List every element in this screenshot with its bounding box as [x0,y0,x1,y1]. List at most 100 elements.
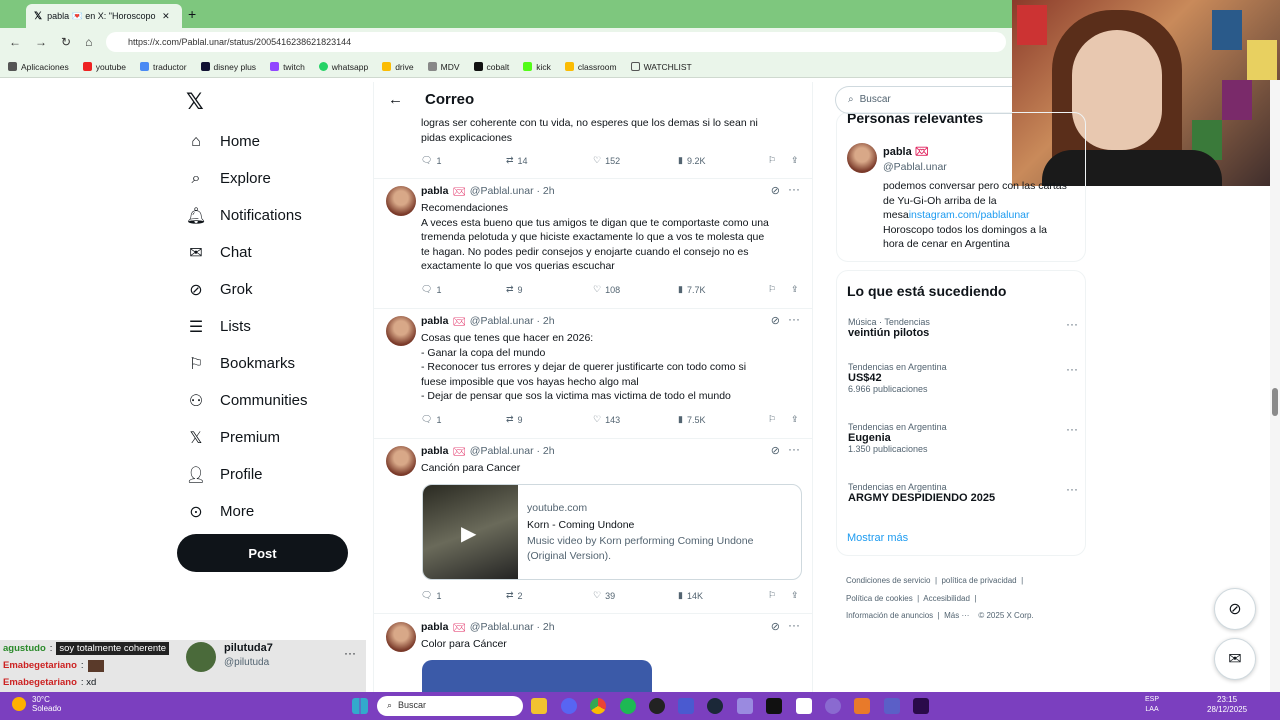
bookmark-classroom[interactable]: classroom [564,62,617,72]
bookmark-button[interactable]: ⚐ [768,155,791,166]
weather-widget[interactable]: 30°C Soleado [12,695,61,713]
nav-item-premium[interactable]: 𝕏 Premium [176,419,366,456]
chrome-icon[interactable] [590,698,606,714]
bookmark-apps[interactable]: Aplicaciones [8,62,69,72]
repost-button[interactable]: ⇄ 9 [506,284,593,295]
browser-tab[interactable]: 𝕏 pabla 💌 en X: "Horoscopo Se ✕ [26,4,182,28]
grok-icon[interactable]: ⊘ [771,314,780,327]
views-button[interactable]: ▮ 7.5K [678,414,768,425]
nav-item-chat[interactable]: ✉ Chat [176,234,366,271]
bookmark-button[interactable]: ⚐ [768,284,791,295]
bookmark-button[interactable]: ⚐ [768,414,791,425]
avatar[interactable] [386,446,416,476]
share-button[interactable]: ⇪ [791,284,799,295]
share-button[interactable]: ⇪ [791,590,799,601]
grok-icon[interactable]: ⊘ [771,444,780,457]
more-icon[interactable]: ··· [1066,422,1078,436]
like-button[interactable]: ♡ 143 [593,414,678,425]
bookmark-traductor[interactable]: traductor [139,62,187,72]
more-icon[interactable]: ··· [344,646,356,660]
footer-link[interactable]: Condiciones de servicio [846,576,931,585]
footer-link[interactable]: Más ··· [944,611,969,620]
nav-item-home[interactable]: ⌂ Home [176,123,366,160]
tweet[interactable]: pabla 💌︎ @Pablal.unar · 2h ⊘ ··· Recomenda… [374,182,812,304]
capcut-icon[interactable] [766,698,782,714]
repost-button[interactable]: ⇄ 2 [506,590,593,601]
more-icon[interactable]: ··· [788,442,800,456]
tweet[interactable]: pabla 💌︎ @Pablal.unar · 2h ⊘ ··· Cosas que… [374,312,812,434]
bio-link[interactable]: instagram.com/pablalunar [909,209,1030,221]
like-button[interactable]: ♡ 108 [593,284,678,295]
nav-item-more[interactable]: ⊙ More [176,493,366,530]
trend-item[interactable]: Tendencias en Argentina Eugenia 1.350 pu… [848,422,1078,454]
grok-icon[interactable]: ⊘ [771,620,780,633]
trend-item[interactable]: Tendencias en Argentina US$42 6.966 publ… [848,362,1078,394]
video-thumbnail[interactable]: ▶ [423,485,518,579]
views-button[interactable]: ▮ 9.2K [678,155,768,166]
reply-button[interactable]: 🗨︎ 1 [421,155,506,166]
spotify-icon[interactable] [620,698,636,714]
footer-link[interactable]: Política de cookies [846,594,913,603]
scrollbar-thumb[interactable] [1272,388,1278,416]
bookmark-twitch[interactable]: twitch [270,62,305,72]
avatar[interactable] [847,143,877,173]
folder-icon[interactable] [531,698,547,714]
back-icon[interactable]: ← [9,35,21,49]
like-button[interactable]: ♡ 152 [593,155,678,166]
bookmark-mdv[interactable]: MDV [427,62,460,72]
taskbar-search[interactable]: ⌕ Buscar [377,696,523,716]
bookmark-drive[interactable]: drive [382,62,414,72]
app-icon[interactable] [825,698,841,714]
avatar[interactable] [386,316,416,346]
forward-icon[interactable]: → [35,35,47,49]
more-icon[interactable]: ··· [1066,362,1078,376]
bookmark-kick[interactable]: kick [523,62,551,72]
url-input[interactable]: https://x.com/Pablal.unar/status/2005416… [106,32,1006,52]
premiere-icon[interactable] [913,698,929,714]
clock[interactable]: 23:15 28/12/2025 [1207,695,1247,715]
avatar[interactable] [386,622,416,652]
discord-icon[interactable] [561,698,577,714]
bookmark-disney[interactable]: disney plus [200,62,256,72]
grok-icon[interactable]: ⊘ [771,184,780,197]
repost-button[interactable]: ⇄ 14 [506,155,593,166]
nav-item-lists[interactable]: ☰ Lists [176,308,366,345]
more-icon[interactable]: ··· [1066,482,1078,496]
windows-start-icon[interactable] [352,698,368,714]
more-icon[interactable]: ··· [788,618,800,632]
relevant-user-name[interactable]: pabla 💌︎ [883,145,929,158]
show-more-link[interactable]: Mostrar más [847,532,908,544]
messages-float-button[interactable]: ✉ [1214,638,1256,680]
reload-icon[interactable]: ↻ [61,35,71,49]
app-icon[interactable] [854,698,870,714]
nav-item-explore[interactable]: ⌕ Explore [176,160,366,197]
share-button[interactable]: ⇪ [791,155,799,166]
nav-item-communities[interactable]: ⚇ Communities [176,382,366,419]
grok-float-button[interactable]: ⊘ [1214,588,1256,630]
trend-item[interactable]: Música · Tendencias veintiún pilotos ··· [848,317,1078,339]
nav-item-bookmarks[interactable]: ⚐ Bookmarks [176,345,366,382]
share-button[interactable]: ⇪ [791,414,799,425]
footer-link[interactable]: política de privacidad [941,576,1016,585]
new-tab-icon[interactable]: + [188,6,196,22]
footer-link[interactable]: Accesibilidad [923,594,970,603]
app-icon[interactable] [737,698,753,714]
tweet[interactable]: pabla 💌︎ @Pablal.unar · 2h ⊘ ··· Canción p… [374,442,812,612]
reply-button[interactable]: 🗨︎ 1 [421,284,506,295]
close-tab-icon[interactable]: ✕ [162,11,170,22]
bookmark-whatsapp[interactable]: whatsapp [318,62,368,72]
post-button[interactable]: Post [177,534,348,572]
repost-button[interactable]: ⇄ 9 [506,414,593,425]
scrollbar[interactable] [1270,80,1280,692]
footer-link[interactable]: Información de anuncios [846,611,933,620]
nav-item-grok[interactable]: ⊘ Grok [176,271,366,308]
nav-item-profile[interactable]: 👤︎ Profile [176,456,366,493]
link-card[interactable]: ▶ youtube.com Korn - Coming Undone Music… [422,484,802,580]
steam-icon[interactable] [707,698,723,714]
notion-icon[interactable] [796,698,812,714]
tweet[interactable]: pabla 💌︎ @Pablal.unar · 2h ⊘ ··· Color par… [374,618,812,692]
reply-button[interactable]: 🗨︎ 1 [421,590,506,601]
app-icon[interactable] [678,698,694,714]
nav-item-notifications[interactable]: 🔔︎ Notifications [176,197,366,234]
search-input[interactable]: ⌕ Buscar [835,86,1012,114]
